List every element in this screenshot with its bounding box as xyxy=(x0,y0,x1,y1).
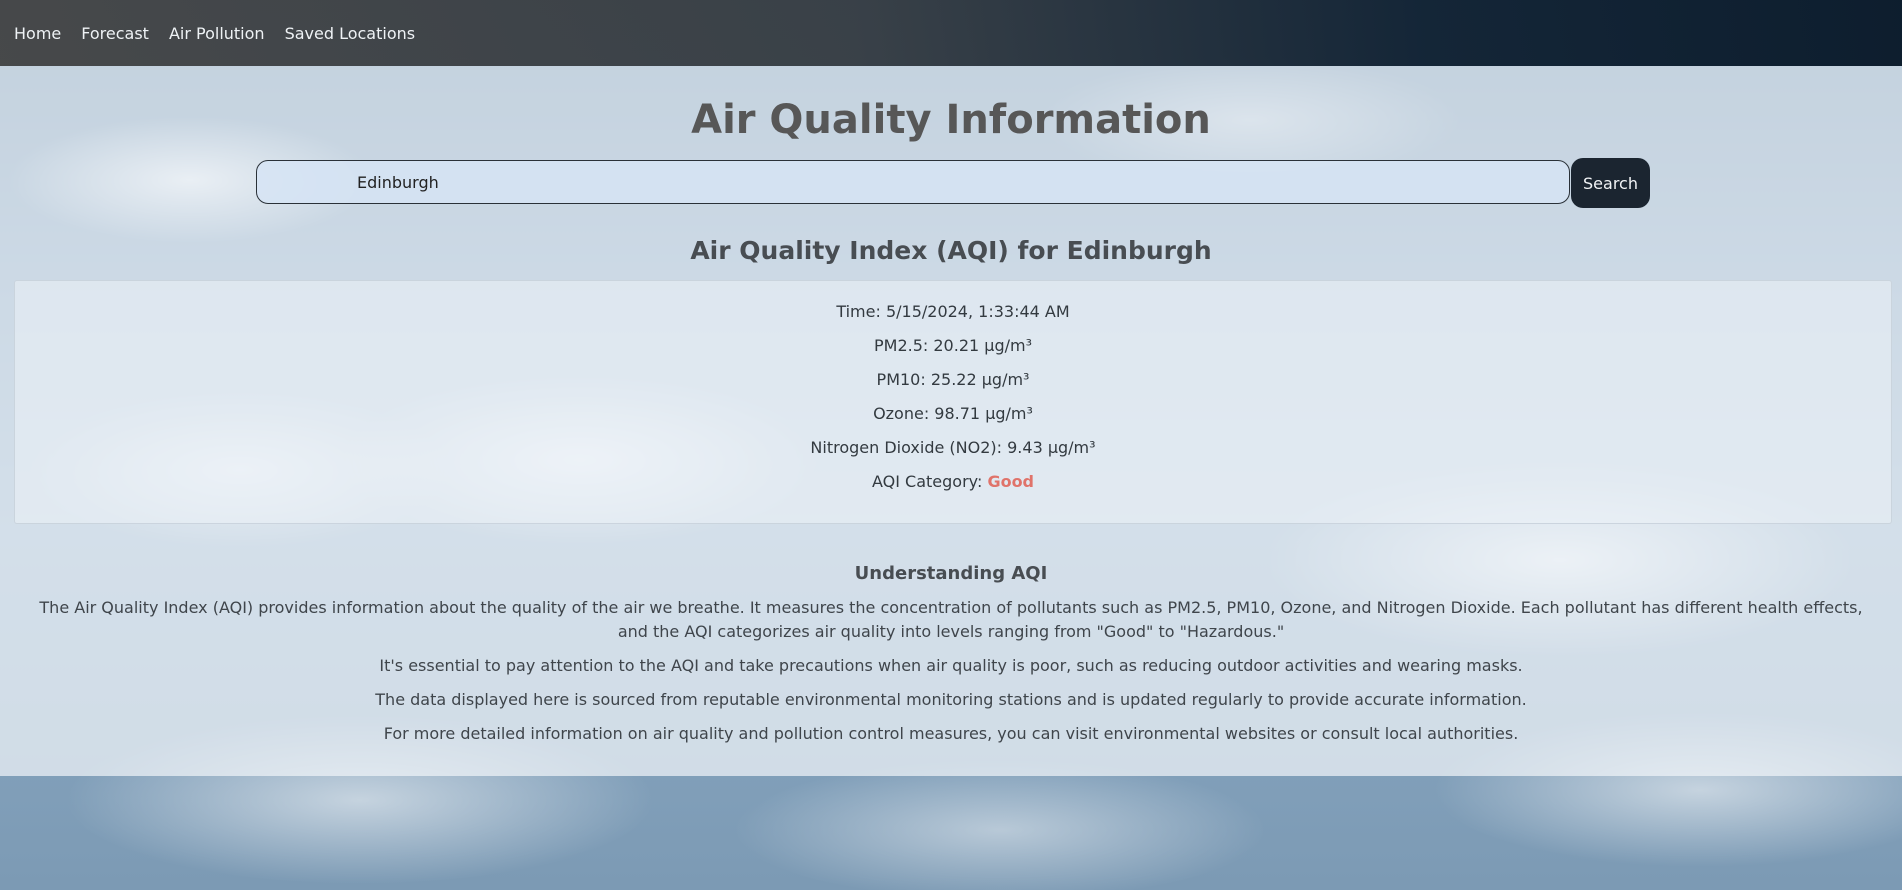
nav-link-saved-locations[interactable]: Saved Locations xyxy=(285,24,416,43)
understanding-paragraph-2: It's essential to pay attention to the A… xyxy=(379,656,1523,675)
search-form: Search xyxy=(256,158,1650,208)
understanding-paragraph-1: The Air Quality Index (AQI) provides inf… xyxy=(39,598,1863,641)
city-search-input[interactable] xyxy=(256,160,1570,204)
main-panel: Air Quality Information Search Air Quali… xyxy=(0,66,1902,776)
aqi-pm25: PM2.5: 20.21 µg/m³ xyxy=(874,336,1032,355)
top-navbar: Home Forecast Air Pollution Saved Locati… xyxy=(0,0,1902,66)
understanding-paragraph-4: For more detailed information on air qua… xyxy=(383,724,1519,743)
aqi-pm10: PM10: 25.22 µg/m³ xyxy=(876,370,1030,389)
aqi-ozone: Ozone: 98.71 µg/m³ xyxy=(873,404,1033,423)
aqi-heading: Air Quality Index (AQI) for Edinburgh xyxy=(690,236,1212,265)
aqi-category-label: AQI Category: xyxy=(871,472,988,491)
nav-link-forecast[interactable]: Forecast xyxy=(81,24,149,43)
understanding-paragraph-3: The data displayed here is sourced from … xyxy=(375,690,1527,709)
nav-link-home[interactable]: Home xyxy=(14,24,61,43)
aqi-category: AQI Category: Good xyxy=(15,472,1891,491)
aqi-card: Time: 5/15/2024, 1:33:44 AM PM2.5: 20.21… xyxy=(14,280,1892,524)
aqi-time: Time: 5/15/2024, 1:33:44 AM xyxy=(836,302,1070,321)
page-title: Air Quality Information xyxy=(691,97,1211,143)
nav-link-air-pollution[interactable]: Air Pollution xyxy=(169,24,265,43)
understanding-aqi-title: Understanding AQI xyxy=(854,563,1048,584)
search-button[interactable]: Search xyxy=(1571,158,1650,208)
aqi-category-value: Good xyxy=(987,472,1035,491)
aqi-no2: Nitrogen Dioxide (NO2): 9.43 µg/m³ xyxy=(810,438,1096,457)
